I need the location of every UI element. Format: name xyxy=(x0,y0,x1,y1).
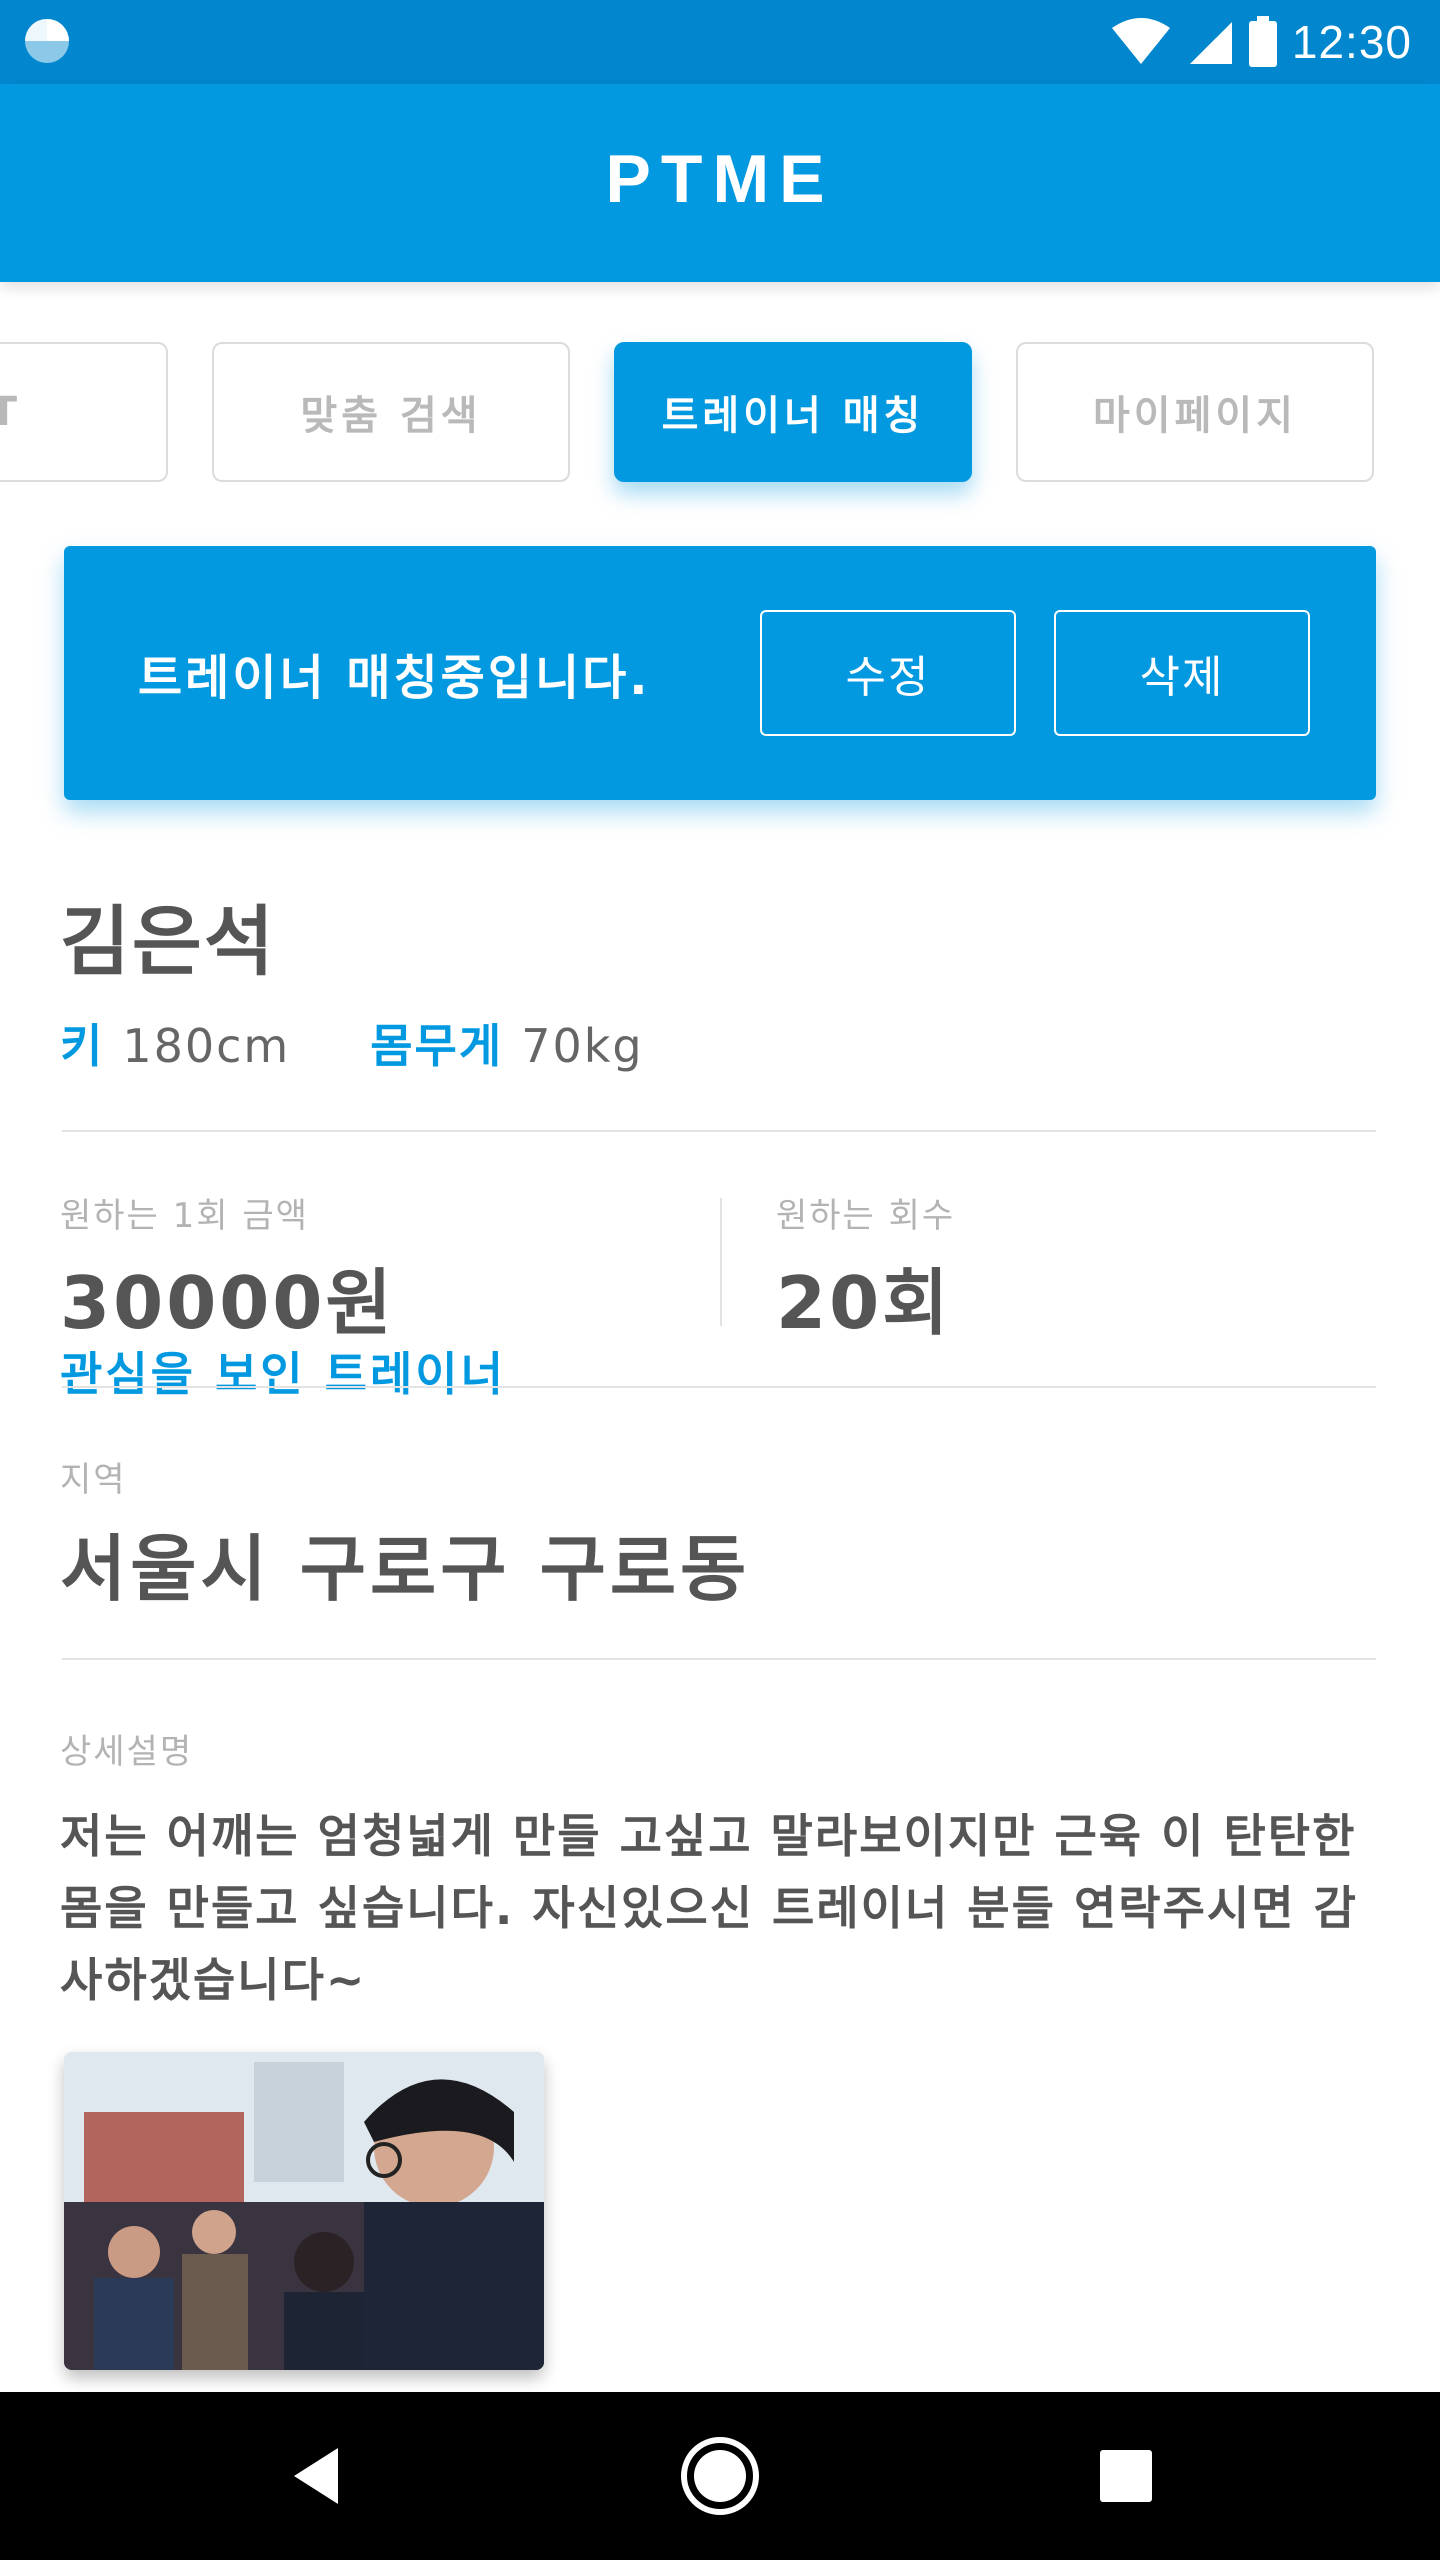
cell-signal-icon xyxy=(1189,22,1232,64)
region-value: 서울시 구로구 구로동 xyxy=(60,1527,751,1611)
matching-status-text: 트레이너 매칭중입니다. xyxy=(138,650,651,706)
home-button[interactable] xyxy=(670,2426,770,2526)
app-bar: PTME xyxy=(0,84,1440,282)
description-text: 저는 어깨는 엄청넓게 만들 고싶고 말라보이지만 근육 이 탄탄한 몸을 만들… xyxy=(60,1809,1358,2007)
recents-button[interactable] xyxy=(1076,2426,1176,2526)
divider xyxy=(62,1130,1376,1132)
wifi-icon xyxy=(1111,18,1170,64)
height-value: 180cm xyxy=(122,1019,291,1073)
height-label: 키 xyxy=(60,1019,105,1073)
recents-icon xyxy=(1100,2450,1152,2502)
divider xyxy=(62,1386,1376,1388)
status-time: 12:30 xyxy=(1291,16,1412,68)
interested-trainers-link[interactable]: 관심을 보인 트레이너 xyxy=(60,1338,506,1404)
region-label: 지역 xyxy=(60,1460,127,1500)
app-title: PTME xyxy=(605,141,835,217)
session-count-label: 원하는 회수 xyxy=(776,1196,956,1236)
photo-image xyxy=(64,2052,544,2370)
screen: 12:30 PTME ST 맞춤 검색 트레이너 매칭 마이페이지 트레이너 매… xyxy=(0,0,1440,2560)
divider xyxy=(62,1658,1376,1660)
tab-my-page[interactable]: 마이페이지 xyxy=(1016,342,1374,482)
back-button[interactable] xyxy=(266,2426,366,2526)
back-icon xyxy=(294,2448,338,2504)
body-metrics: 키 180cm 몸무게 70kg xyxy=(60,1010,724,1076)
attached-photo[interactable] xyxy=(64,2052,544,2370)
price-value: 30000원 xyxy=(60,1261,395,1345)
status-indicators: 12:30 xyxy=(1110,0,1412,84)
tab-bar: ST 맞춤 검색 트레이너 매칭 마이페이지 xyxy=(0,342,1440,484)
weight-label: 몸무게 xyxy=(370,1019,504,1073)
matching-status-banner: 트레이너 매칭중입니다. 수정 삭제 xyxy=(64,546,1376,800)
price-label: 원하는 1회 금액 xyxy=(60,1196,309,1236)
home-icon xyxy=(681,2437,759,2515)
app-notification-icon xyxy=(25,19,69,63)
navigation-bar xyxy=(0,2392,1440,2560)
battery-icon xyxy=(1248,16,1277,67)
tab-custom-search[interactable]: 맞춤 검색 xyxy=(212,342,570,482)
tab-trainer-matching[interactable]: 트레이너 매칭 xyxy=(614,342,972,482)
status-bar: 12:30 xyxy=(0,0,1440,84)
edit-button[interactable]: 수정 xyxy=(760,610,1016,736)
user-name: 김은석 xyxy=(60,897,276,986)
session-count-value: 20회 xyxy=(776,1261,952,1345)
weight-value: 70kg xyxy=(521,1019,644,1073)
description-label: 상세설명 xyxy=(60,1732,194,1772)
vertical-divider xyxy=(720,1198,722,1326)
delete-button[interactable]: 삭제 xyxy=(1054,610,1310,736)
tab-list[interactable]: ST xyxy=(0,342,168,482)
